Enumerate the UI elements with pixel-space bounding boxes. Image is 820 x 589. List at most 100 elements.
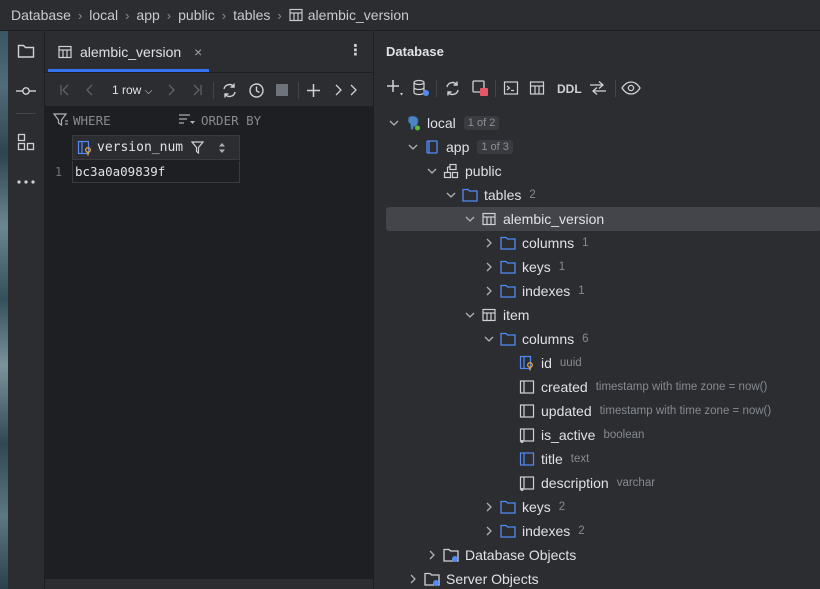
data-source-properties-icon[interactable] [411, 79, 431, 97]
project-folder-icon[interactable] [15, 40, 37, 62]
breadcrumb-tables[interactable]: tables [233, 7, 270, 23]
node-label: indexes [522, 283, 571, 299]
breadcrumb-public[interactable]: public [178, 7, 215, 23]
tree-node-keys[interactable]: keys 2 [386, 495, 820, 519]
ddl-button[interactable]: DDL [557, 82, 582, 96]
selection-badge: 1 of 2 [463, 116, 500, 130]
chevron-down-icon[interactable] [462, 307, 478, 323]
previous-page-icon[interactable] [85, 81, 95, 99]
history-icon[interactable] [248, 81, 265, 99]
column-name: description [541, 475, 609, 491]
table-editor-icon[interactable] [527, 79, 547, 97]
tree-node-local[interactable]: local 1 of 2 [386, 111, 820, 135]
node-count: 2 [578, 525, 585, 537]
chevron-right-icon[interactable] [348, 81, 358, 99]
breadcrumb-separator-icon: › [77, 7, 83, 23]
first-page-icon[interactable] [59, 81, 71, 99]
toolbar-divider [213, 82, 214, 99]
breadcrumb-app[interactable]: app [136, 7, 159, 23]
breadcrumb-separator-icon: › [221, 7, 227, 23]
tree-node-column-id[interactable]: id uuid [386, 351, 820, 375]
folder-icon [500, 235, 516, 251]
node-count: 1 [578, 285, 585, 297]
database-tree: local 1 of 2 app 1 of 3 public tables 2 … [374, 111, 820, 589]
refresh-icon[interactable] [221, 81, 238, 99]
next-page-icon[interactable] [166, 81, 176, 99]
commit-icon[interactable] [15, 80, 37, 102]
tree-node-column-created[interactable]: created timestamp with time zone = now() [386, 375, 820, 399]
tree-node-column-is-active[interactable]: is_active boolean [386, 423, 820, 447]
sort-toggle-icon[interactable] [218, 142, 226, 154]
structure-icon[interactable] [15, 131, 37, 153]
column-filter-icon[interactable] [191, 141, 205, 154]
more-options-icon[interactable]: ⋮ [348, 43, 363, 58]
column-name: title [541, 451, 563, 467]
view-options-icon[interactable] [621, 79, 641, 97]
tree-node-indexes[interactable]: indexes 2 [386, 519, 820, 543]
breadcrumb-database[interactable]: Database [11, 7, 71, 23]
chevron-down-icon[interactable] [386, 115, 402, 131]
compare-icon[interactable] [588, 79, 608, 97]
add-row-icon[interactable] [306, 81, 321, 99]
tree-node-column-updated[interactable]: updated timestamp with time zone = now() [386, 399, 820, 423]
row-count-selector[interactable]: 1 row ⌵ [112, 83, 152, 97]
chevron-right-icon[interactable] [481, 235, 497, 251]
new-add-icon[interactable] [385, 79, 405, 97]
chevron-down-icon[interactable] [424, 163, 440, 179]
chevron-right-icon[interactable] [424, 547, 440, 563]
toolbar-divider [298, 82, 299, 99]
table-icon [289, 8, 303, 22]
table-icon [481, 307, 497, 323]
chevron-down-icon[interactable] [481, 331, 497, 347]
node-label: app [446, 139, 470, 155]
toolbar-divider [436, 80, 437, 97]
tree-node-keys[interactable]: keys 1 [386, 255, 820, 279]
tree-node-tables[interactable]: tables 2 [386, 183, 820, 207]
where-filter-input[interactable]: WHERE [73, 113, 111, 128]
chevron-down-icon[interactable] [443, 187, 459, 203]
more-tools-icon[interactable] [15, 171, 37, 193]
disconnect-icon[interactable] [470, 79, 490, 97]
chevron-right-icon[interactable] [481, 259, 497, 275]
tree-node-indexes[interactable]: indexes 1 [386, 279, 820, 303]
chevron-down-icon[interactable] [405, 139, 421, 155]
tab-alembic-version[interactable]: alembic_version × [48, 31, 209, 72]
node-label: item [503, 307, 530, 323]
chevron-right-icon[interactable] [405, 571, 421, 587]
chevron-right-icon[interactable] [481, 499, 497, 515]
sort-icon [178, 113, 196, 127]
node-label: tables [484, 187, 522, 203]
tree-node-database-objects[interactable]: Database Objects [386, 543, 820, 567]
chevron-right-icon[interactable] [481, 283, 497, 299]
breadcrumb: Database › local › app › public › tables… [0, 0, 820, 31]
close-icon[interactable]: × [194, 44, 202, 60]
refresh-icon[interactable] [442, 79, 462, 97]
query-console-icon[interactable] [501, 79, 521, 97]
horizontal-scrollbar[interactable] [45, 579, 373, 589]
tree-node-server-objects[interactable]: Server Objects [386, 567, 820, 589]
table-cell[interactable]: bc3a0a09839f [72, 161, 240, 183]
stop-icon[interactable] [275, 81, 289, 99]
tree-node-columns[interactable]: columns 6 [386, 327, 820, 351]
node-count: 2 [529, 189, 536, 201]
order-by-input[interactable]: ORDER BY [201, 113, 261, 128]
tree-node-columns[interactable]: columns 1 [386, 231, 820, 255]
tree-node-column-description[interactable]: description varchar [386, 471, 820, 495]
tree-node-column-title[interactable]: title text [386, 447, 820, 471]
column-header-version-num[interactable]: version_num [72, 135, 240, 160]
tree-node-app[interactable]: app 1 of 3 [386, 135, 820, 159]
chevron-right-icon[interactable] [333, 81, 343, 99]
chevron-down-icon[interactable] [462, 211, 478, 227]
last-page-icon[interactable] [191, 81, 203, 99]
chevron-right-icon[interactable] [481, 523, 497, 539]
tree-node-public[interactable]: public [386, 159, 820, 183]
breadcrumb-alembic-version[interactable]: alembic_version [308, 7, 409, 23]
tree-node-item[interactable]: item [386, 303, 820, 327]
tree-node-alembic-version[interactable]: alembic_version [386, 207, 820, 231]
node-label: columns [522, 235, 575, 251]
breadcrumb-local[interactable]: local [89, 7, 118, 23]
